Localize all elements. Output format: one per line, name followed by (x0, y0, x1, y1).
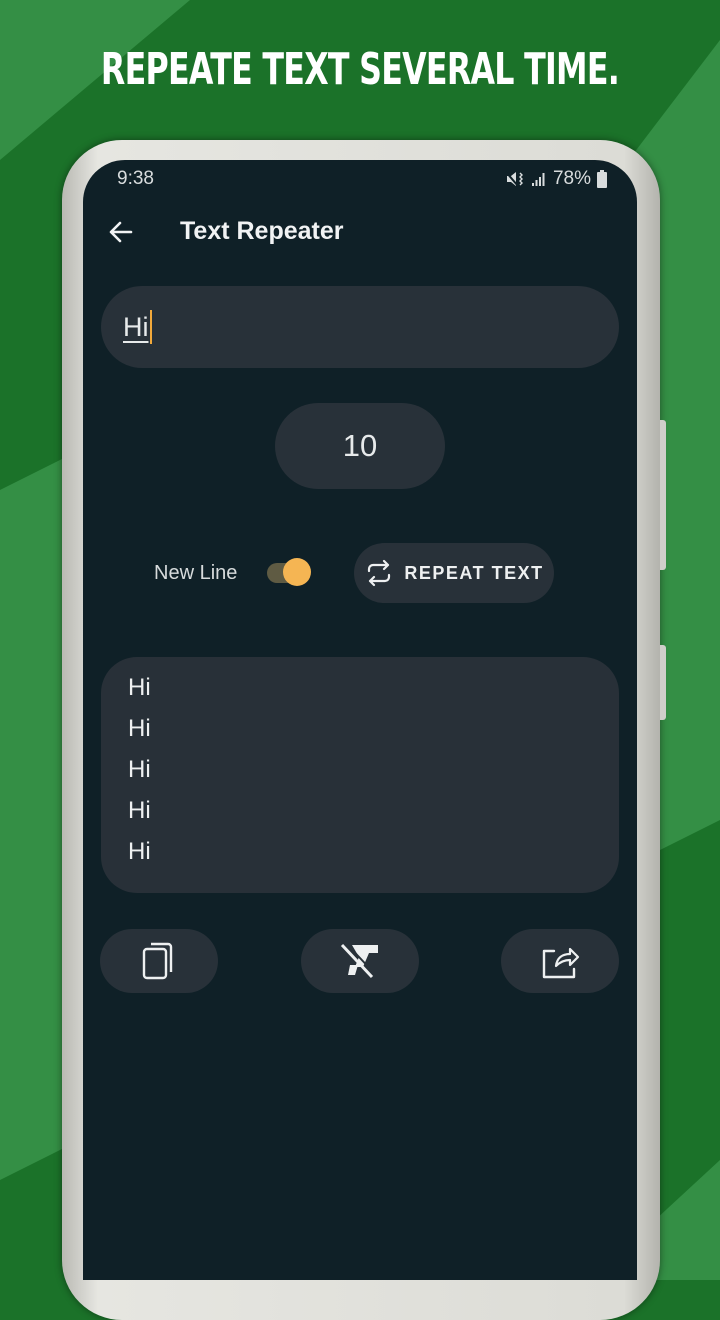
output-line: Hi (128, 756, 151, 783)
new-line-label: New Line (154, 562, 238, 584)
repeat-count-input[interactable]: 10 (275, 403, 445, 489)
text-cursor (149, 310, 152, 344)
status-time: 9:38 (117, 168, 154, 189)
mute-vibrate-icon (505, 171, 523, 187)
copy-icon (142, 942, 173, 980)
volume-button (660, 420, 666, 570)
copy-button[interactable] (100, 929, 218, 993)
repeat-text-button[interactable]: REPEAT TEXT (354, 543, 554, 603)
toggle-thumb (283, 558, 311, 586)
new-line-toggle[interactable] (267, 558, 313, 588)
share-icon (542, 947, 580, 979)
output-line: Hi (128, 715, 151, 742)
battery-percent: 78% (552, 168, 591, 189)
promo-headline: REPEATE TEXT SEVERAL TIME. (100, 44, 620, 95)
battery-icon (597, 170, 607, 188)
clear-format-icon (340, 941, 378, 979)
text-input[interactable]: Hi (101, 286, 619, 368)
output-text-area[interactable]: Hi Hi Hi Hi Hi (101, 657, 619, 893)
app-screen: 9:38 78% Text Repeater Hi 10 New Line RE… (83, 160, 637, 1280)
status-bar: 9:38 78% (117, 168, 607, 192)
output-line: Hi (128, 838, 151, 865)
repeat-text-label: REPEAT TEXT (404, 562, 544, 583)
repeat-icon (368, 559, 391, 587)
output-line: Hi (128, 674, 151, 701)
signal-icon (531, 173, 545, 186)
power-button (660, 645, 666, 720)
app-title: Text Repeater (180, 217, 344, 245)
output-line: Hi (128, 797, 151, 824)
arrow-left-icon[interactable] (105, 216, 137, 248)
text-input-value[interactable]: Hi (123, 312, 149, 343)
status-icons: 78% (505, 168, 607, 190)
repeat-count-value[interactable]: 10 (343, 428, 377, 464)
clear-button[interactable] (301, 929, 419, 993)
share-button[interactable] (501, 929, 619, 993)
app-bar: Text Repeater (83, 208, 637, 258)
